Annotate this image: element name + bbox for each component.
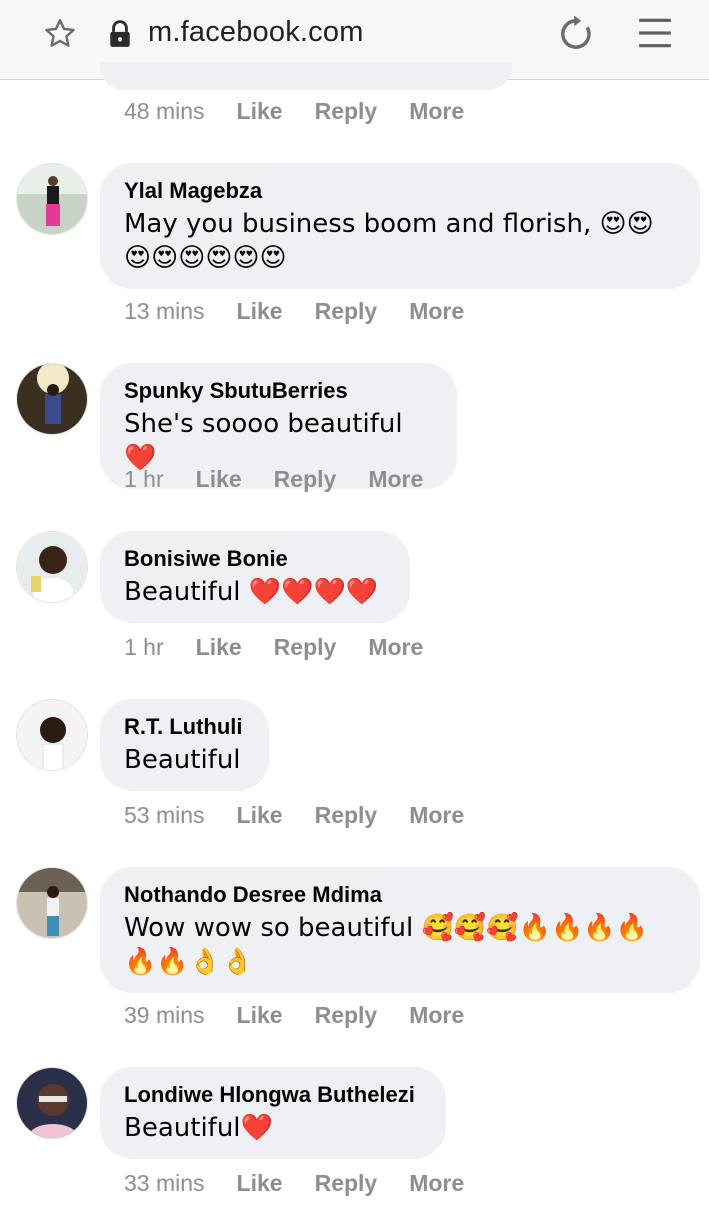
comment-text: Wow wow so beautiful 🥰🥰🥰🔥🔥🔥🔥🔥🔥👌👌 (124, 913, 649, 977)
avatar[interactable] (16, 531, 88, 603)
commenter-name[interactable]: Bonisiwe Bonie (124, 545, 386, 573)
avatar[interactable] (16, 699, 88, 771)
reply-button[interactable]: Reply (274, 466, 337, 493)
comment-bubble: Ylal Magebza May you business boom and f… (100, 163, 700, 289)
comment-actions: 53 mins Like Reply More (124, 800, 464, 830)
comment-actions: 33 mins Like Reply More (124, 1168, 464, 1198)
comment-time: 1 hr (124, 465, 164, 492)
star-icon[interactable] (42, 16, 78, 52)
comment-time: 1 hr (124, 633, 164, 660)
more-button[interactable]: More (409, 802, 464, 829)
comment-actions: 1 hr Like Reply More (124, 632, 423, 662)
comment-actions: 39 mins Like Reply More (124, 1000, 464, 1030)
lock-icon (110, 20, 130, 47)
comment-actions: 1 hr Like Reply More (124, 464, 423, 494)
reply-button[interactable]: Reply (274, 634, 337, 661)
comment-bubble: Londiwe Hlongwa Buthelezi Beautiful❤️ (100, 1067, 446, 1159)
like-button[interactable]: Like (196, 466, 242, 493)
comment-text: Beautiful ❤️❤️❤️❤️ (124, 577, 379, 607)
reply-button[interactable]: Reply (315, 1002, 378, 1029)
like-button[interactable]: Like (237, 1002, 283, 1029)
comment-bubble: Nothando Desree Mdima Wow wow so beautif… (100, 867, 700, 993)
menu-icon[interactable] (636, 14, 674, 52)
commenter-name[interactable]: Ylal Magebza (124, 177, 676, 205)
avatar[interactable] (16, 867, 88, 939)
commenter-name[interactable]: Spunky SbutuBerries (124, 377, 433, 405)
more-button[interactable]: More (368, 634, 423, 661)
comment-actions: 13 mins Like Reply More (124, 296, 464, 326)
like-button[interactable]: Like (237, 298, 283, 325)
commenter-name[interactable]: Nothando Desree Mdima (124, 881, 676, 909)
reload-icon[interactable] (555, 13, 597, 55)
comment-text: Beautiful❤️ (124, 1113, 273, 1143)
reply-button[interactable]: Reply (315, 1170, 378, 1197)
comment-time: 53 mins (124, 801, 205, 828)
more-button[interactable]: More (409, 98, 464, 125)
previous-comment-bubble (100, 62, 512, 90)
more-button[interactable]: More (409, 1170, 464, 1197)
like-button[interactable]: Like (196, 634, 242, 661)
comment-time: 33 mins (124, 1169, 205, 1196)
more-button[interactable]: More (409, 1002, 464, 1029)
avatar[interactable] (16, 163, 88, 235)
more-button[interactable]: More (368, 466, 423, 493)
comment-bubble: Bonisiwe Bonie Beautiful ❤️❤️❤️❤️ (100, 531, 410, 623)
address-bar-url[interactable]: m.facebook.com (148, 16, 364, 49)
comment-text: Beautiful (124, 745, 241, 775)
like-button[interactable]: Like (237, 98, 283, 125)
reply-button[interactable]: Reply (315, 298, 378, 325)
comment-actions: 48 mins Like Reply More (124, 96, 464, 126)
comment-bubble: R.T. Luthuli Beautiful (100, 699, 269, 791)
avatar[interactable] (16, 363, 88, 435)
comment-time: 13 mins (124, 297, 205, 324)
comment-text: May you business boom and florish, 😍😍😍😍😍… (124, 209, 654, 273)
more-button[interactable]: More (409, 298, 464, 325)
reply-button[interactable]: Reply (315, 98, 378, 125)
commenter-name[interactable]: Londiwe Hlongwa Buthelezi (124, 1081, 422, 1109)
like-button[interactable]: Like (237, 802, 283, 829)
comment-time: 39 mins (124, 1001, 205, 1028)
reply-button[interactable]: Reply (315, 802, 378, 829)
commenter-name[interactable]: R.T. Luthuli (124, 713, 245, 741)
comment-time: 48 mins (124, 97, 205, 124)
like-button[interactable]: Like (237, 1170, 283, 1197)
avatar[interactable] (16, 1067, 88, 1139)
